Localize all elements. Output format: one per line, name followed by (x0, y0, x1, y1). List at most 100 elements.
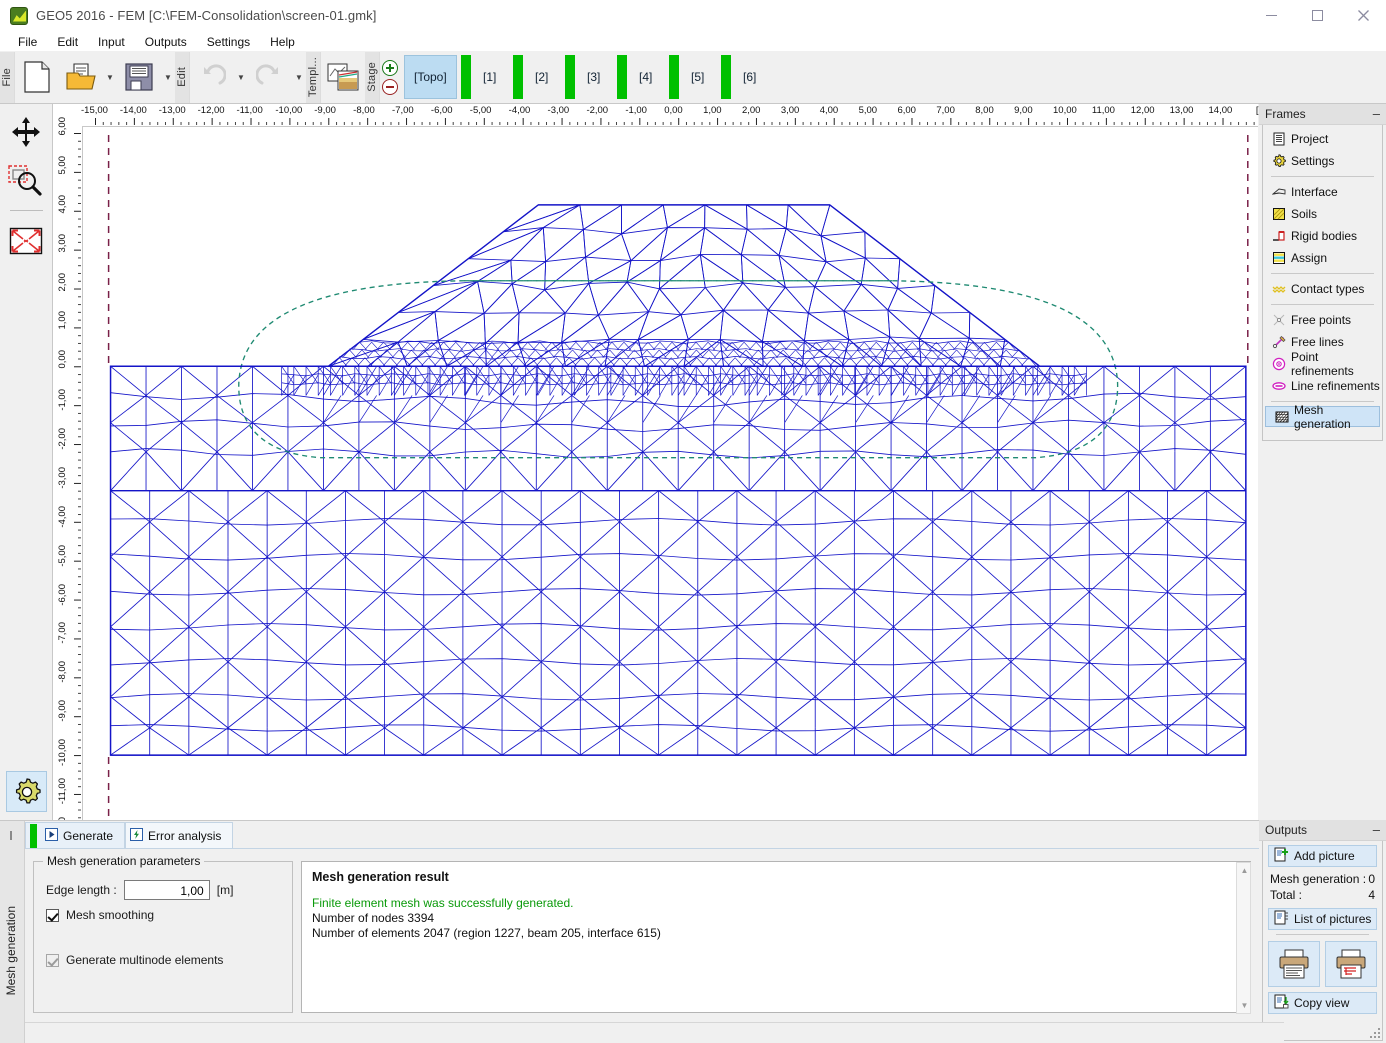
sidebar-item-free-points[interactable]: Free points (1263, 309, 1382, 331)
zoom-magnifier-icon[interactable] (5, 159, 48, 202)
h-ruler-tick-label: -12,00 (198, 105, 225, 116)
menu-edit[interactable]: Edit (47, 34, 88, 50)
scroll-down-icon[interactable]: ▼ (1237, 998, 1252, 1013)
add-stage-icon[interactable] (382, 60, 398, 76)
frames-collapse-button[interactable]: – (1373, 110, 1380, 118)
edge-length-input[interactable] (124, 880, 210, 900)
stage-tab-2[interactable]: [2] (523, 55, 561, 99)
open-dropdown-arrow-icon[interactable]: ▼ (103, 55, 117, 99)
v-ruler-tick-label: -5,00 (57, 545, 68, 567)
copy-view-label: Copy view (1294, 996, 1349, 1010)
menu-settings[interactable]: Settings (197, 34, 260, 50)
stage-tab-topo[interactable]: [Topo] (404, 55, 457, 99)
stage-tab-6[interactable]: [6] (731, 55, 769, 99)
free-points-cross-icon (1272, 313, 1286, 327)
v-ruler-tick-label: -11,00 (57, 778, 68, 804)
minimize-button[interactable] (1248, 0, 1294, 32)
soils-hatch-icon (1272, 207, 1286, 221)
printer-document-icon[interactable] (1268, 941, 1320, 987)
h-ruler-tick-label: -7,00 (392, 105, 414, 116)
menu-file[interactable]: File (8, 34, 47, 50)
h-ruler-tick-label: 9,00 (1014, 105, 1033, 116)
redo-dropdown-arrow-icon[interactable]: ▼ (292, 55, 306, 99)
stage-tab-1[interactable]: [1] (471, 55, 509, 99)
new-document-icon[interactable] (15, 55, 59, 99)
save-disk-icon[interactable] (117, 55, 161, 99)
sidebar-item-assign[interactable]: Assign (1263, 247, 1382, 269)
mesh-smoothing-row[interactable]: Mesh smoothing (46, 908, 154, 922)
list-pictures-icon (1274, 910, 1289, 928)
sidebar-label-assign: Assign (1291, 251, 1327, 265)
h-ruler-tick-label: -11,00 (237, 105, 263, 116)
menu-outputs[interactable]: Outputs (135, 34, 197, 50)
toolbar-group-edit-label: Edit (175, 52, 190, 103)
mesh-generation-count-label: Mesh generation : (1270, 872, 1366, 886)
save-dropdown-arrow-icon[interactable]: ▼ (161, 55, 175, 99)
stage-tab-5[interactable]: [5] (679, 55, 717, 99)
sidebar-item-mesh-generation[interactable]: Mesh generation (1265, 406, 1380, 427)
tab-generate[interactable]: Generate (25, 822, 125, 849)
redo-icon[interactable] (248, 55, 292, 99)
fit-to-screen-icon[interactable] (5, 219, 48, 262)
sidebar-item-point-refinements[interactable]: Point refinements (1263, 353, 1382, 375)
error-analysis-icon (130, 828, 143, 844)
close-button[interactable] (1340, 0, 1386, 32)
toolbar-edit-text: Edit (176, 67, 188, 87)
mesh-smoothing-checkbox[interactable] (46, 909, 59, 922)
sidebar-item-settings[interactable]: Settings (1263, 150, 1382, 172)
mesh-result-elements: Number of elements 2047 (region 1227, be… (312, 926, 1240, 940)
v-ruler-tick-label: 1,00 (57, 311, 68, 330)
menu-input[interactable]: Input (88, 34, 135, 50)
frames-divider-1 (1271, 176, 1374, 177)
add-picture-button[interactable]: Add picture (1268, 845, 1377, 867)
frames-divider-3 (1271, 304, 1374, 305)
maximize-button[interactable] (1294, 0, 1340, 32)
sidebar-label-project: Project (1291, 132, 1328, 146)
list-of-pictures-button[interactable]: List of pictures (1268, 908, 1377, 930)
tab-error-analysis[interactable]: Error analysis (125, 822, 233, 849)
copy-view-button[interactable]: Copy view (1268, 992, 1377, 1014)
horizontal-ruler: -15,00-14,00-13,00-12,00-11,00-10,00-9,0… (53, 104, 1258, 126)
v-ruler-tick-label: -8,00 (57, 661, 68, 683)
status-bar (25, 1022, 1284, 1043)
generate-multinode-checkbox[interactable] (46, 954, 59, 967)
view-settings-gear-icon[interactable] (6, 771, 47, 812)
result-scrollbar[interactable]: ▲ ▼ (1236, 862, 1251, 1014)
multinode-elements-row[interactable]: Generate multinode elements (46, 953, 223, 967)
move-arrows-icon[interactable] (5, 110, 48, 153)
sidebar-item-line-refinements[interactable]: Line refinements (1263, 375, 1382, 397)
h-ruler-tick-label: 2,00 (742, 105, 761, 116)
sidebar-item-soils[interactable]: Soils (1263, 203, 1382, 225)
drawing-area[interactable]: -15,00-14,00-13,00-12,00-11,00-10,00-9,0… (53, 104, 1258, 820)
remove-stage-icon[interactable] (382, 79, 398, 95)
undo-icon[interactable] (190, 55, 234, 99)
outputs-panel-title: Outputs (1265, 823, 1307, 837)
fem-mesh-plot[interactable] (82, 126, 1258, 820)
undo-dropdown-arrow-icon[interactable]: ▼ (234, 55, 248, 99)
sidebar-item-contact-types[interactable]: Contact types (1263, 278, 1382, 300)
sidebar-item-project[interactable]: Project (1263, 128, 1382, 150)
panel-drag-handle[interactable] (10, 831, 12, 840)
total-count-value: 4 (1368, 888, 1375, 902)
resize-grip[interactable] (1370, 1028, 1382, 1040)
sidebar-label-line-refinements: Line refinements (1291, 379, 1380, 393)
menu-help[interactable]: Help (260, 34, 305, 50)
v-ruler-tick-label: -6,00 (57, 584, 68, 606)
templates-icon[interactable] (321, 55, 365, 99)
stage-bar-2 (513, 55, 523, 99)
stage-tab-4[interactable]: [4] (627, 55, 665, 99)
v-ruler-tick-label: 0,00 (57, 350, 68, 369)
bottom-side-tab[interactable]: Mesh generation (0, 821, 25, 1043)
v-ruler-tick-label: 5,00 (57, 156, 68, 175)
generate-status-bar (30, 824, 37, 849)
outputs-collapse-button[interactable]: – (1373, 826, 1380, 834)
scroll-up-icon[interactable]: ▲ (1237, 863, 1252, 878)
open-folder-icon[interactable] (59, 55, 103, 99)
outputs-body: Add picture Mesh generation : 0 Total : … (1262, 841, 1383, 1041)
sidebar-item-interface[interactable]: Interface (1263, 181, 1382, 203)
stage-tab-3[interactable]: [3] (575, 55, 613, 99)
v-ruler-tick-label: -3,00 (57, 467, 68, 489)
printer-picture-icon[interactable] (1325, 941, 1377, 987)
h-ruler-tick-label: -6,00 (431, 105, 453, 116)
sidebar-item-rigid-bodies[interactable]: Rigid bodies (1263, 225, 1382, 247)
